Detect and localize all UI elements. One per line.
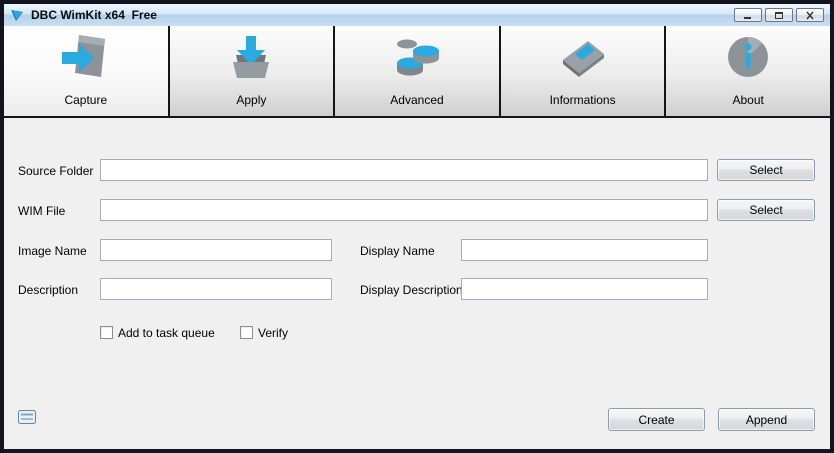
tab-about-label: About xyxy=(732,93,764,107)
maximize-button[interactable] xyxy=(765,8,793,22)
add-to-task-queue-checkbox[interactable] xyxy=(100,326,113,339)
description-label: Description xyxy=(18,283,79,297)
tab-informations[interactable]: Informations xyxy=(500,26,665,116)
tab-informations-label: Informations xyxy=(549,93,616,107)
minimize-icon xyxy=(744,16,751,19)
wim-file-label: WIM File xyxy=(18,204,66,218)
log-panel-icon[interactable] xyxy=(18,410,36,424)
tab-apply-label: Apply xyxy=(236,93,267,107)
display-description-input[interactable] xyxy=(461,278,708,300)
maximize-icon xyxy=(775,11,783,19)
titlebar[interactable]: DBC WimKit x64 Free xyxy=(4,4,830,26)
tab-capture[interactable]: Capture xyxy=(4,26,168,116)
tab-bar: Capture Apply Advanced Informations Abou… xyxy=(4,26,830,118)
append-button[interactable]: Append xyxy=(718,408,815,431)
wim-file-select-button[interactable]: Select xyxy=(717,199,815,221)
minimize-button[interactable] xyxy=(734,8,762,22)
display-name-input[interactable] xyxy=(461,239,708,261)
apply-download-tray-icon xyxy=(233,36,270,78)
source-folder-input[interactable] xyxy=(100,159,708,181)
tab-capture-label: Capture xyxy=(64,93,108,107)
description-input[interactable] xyxy=(100,278,332,300)
wimkit-logo-icon xyxy=(10,8,25,23)
display-description-label: Display Description xyxy=(360,283,463,297)
close-icon xyxy=(806,11,814,19)
source-folder-label: Source Folder xyxy=(18,164,94,178)
tab-advanced[interactable]: Advanced xyxy=(335,26,499,116)
window-controls xyxy=(734,8,824,22)
wim-file-input[interactable] xyxy=(100,199,708,221)
close-button[interactable] xyxy=(796,8,824,22)
image-name-input[interactable] xyxy=(100,239,332,261)
add-to-task-queue-label[interactable]: Add to task queue xyxy=(118,326,215,340)
create-button[interactable]: Create xyxy=(608,408,705,431)
display-name-label: Display Name xyxy=(360,244,435,258)
window-title: DBC WimKit x64 Free xyxy=(31,8,157,22)
tab-advanced-label: Advanced xyxy=(390,93,444,107)
advanced-disc-stack-icon xyxy=(396,39,439,76)
capture-arrow-page-icon xyxy=(61,35,105,77)
image-name-label: Image Name xyxy=(18,244,87,258)
capture-tab-panel: Source Folder Select WIM File Select Ima… xyxy=(4,118,830,449)
tab-about[interactable]: About xyxy=(666,26,830,116)
verify-checkbox[interactable] xyxy=(240,326,253,339)
about-info-disc-icon xyxy=(728,37,769,77)
app-window: DBC WimKit x64 Free Capture Apply Advanc… xyxy=(0,0,834,453)
source-folder-select-button[interactable]: Select xyxy=(717,159,815,181)
verify-label[interactable]: Verify xyxy=(258,326,288,340)
tab-apply[interactable]: Apply xyxy=(169,26,334,116)
informations-box-icon xyxy=(562,41,604,77)
